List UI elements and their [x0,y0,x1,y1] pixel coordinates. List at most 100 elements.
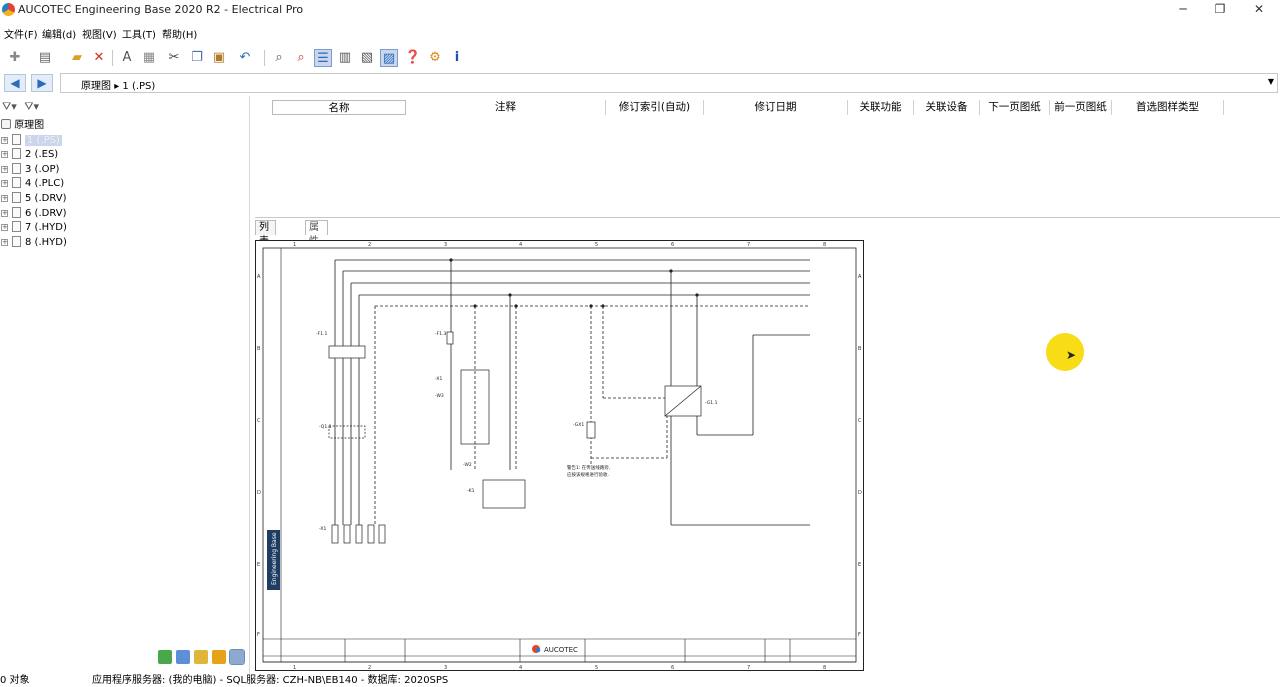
close-button[interactable]: ✕ [1244,2,1274,18]
tree-item[interactable]: +8 (.HYD) [0,235,67,251]
help-icon[interactable]: ❓ [404,49,422,67]
column-number: 1 [293,242,296,248]
tree-item[interactable]: +2 (.ES) [0,148,67,163]
document-icon [12,177,21,189]
tree-item[interactable]: +4 (.PLC) [0,177,67,192]
expand-icon[interactable]: + [1,224,8,232]
document-icon [12,133,21,145]
terminal [343,524,351,544]
copy-icon[interactable]: ❐ [188,49,206,67]
catalog-icon[interactable] [176,650,190,664]
expand-icon[interactable]: + [1,238,8,246]
tree-item-label: 1 (.PS) [25,134,62,146]
expand-icon[interactable]: + [1,136,8,144]
junction [508,293,512,297]
column-number: 3 [444,242,447,248]
status-bar: 0 对象 应用程序服务器: (我的电脑) - SQL服务器: CZH-NB\EB… [0,674,1280,687]
device-tag: -K1 [467,488,475,494]
find-replace-icon[interactable]: ⌕ [292,49,310,67]
column-name[interactable]: 名称 [272,100,406,115]
device-tag: -X1 [435,376,442,382]
breaker-f11 [328,345,366,359]
forward-button[interactable]: ▶ [31,74,53,92]
minimize-button[interactable]: ─ [1168,2,1198,18]
expand-icon[interactable]: + [1,194,8,202]
info-icon[interactable]: i [448,49,466,67]
preview-icon[interactable]: ▨ [380,49,398,67]
junction [473,304,477,308]
open-folder-icon[interactable]: ▰ [68,49,86,67]
tree-item[interactable]: +1 (.PS) [0,133,67,149]
expand-icon[interactable]: + [1,180,8,188]
menu-help[interactable]: 帮助(H) [162,26,197,41]
explorer-panel: ⛛▾ ⛛▾ 原理图 +1 (.PS) +2 (.ES) +3 (.OP) +4 … [0,96,250,674]
chevron-down-icon[interactable]: ▼ [1268,77,1274,86]
search-icon[interactable]: ⌕ [270,49,288,67]
schematic-preview[interactable]: 1 2 3 4 5 6 7 8 A B C D E F A B C D E F … [255,240,864,671]
cut-icon[interactable]: ✂ [165,49,183,67]
breadcrumb-field[interactable]: 原理图 ▸ 1 (.PS) ▼ [60,73,1278,93]
column-next-sheet[interactable]: 下一页图纸 [980,100,1050,115]
column-revision-date[interactable]: 修订日期 [704,100,848,115]
column-number: 6 [671,665,674,671]
expand-icon[interactable]: + [1,209,8,217]
tree-item[interactable]: +6 (.DRV) [0,206,67,222]
junction [695,293,699,297]
tree-root[interactable]: 原理图 [0,119,67,134]
column-related-device[interactable]: 关联设备 [914,100,980,115]
filter-options-icon[interactable]: ⛛▾ [24,100,39,113]
undo-icon[interactable]: ↶ [236,49,254,67]
column-comment[interactable]: 注释 [406,100,606,115]
column-related-function[interactable]: 关联功能 [848,100,914,115]
print-icon[interactable]: ▤ [36,49,54,67]
column-revision-index[interactable]: 修订索引(自动) [606,100,704,115]
tools-icon[interactable]: ⚙ [426,49,444,67]
filter-icon[interactable]: ⛛▾ [2,100,17,113]
tab-list-window[interactable]: 列表窗(L) [255,220,277,275]
rename-icon[interactable]: A [118,49,136,67]
column-number: 5 [595,242,598,248]
column-previous-sheet[interactable]: 前一页图纸 [1050,100,1112,115]
breadcrumb-root[interactable]: 原理图 [81,81,111,92]
new-icon[interactable]: ✚ [6,49,24,67]
row-letter: B [257,346,261,352]
expand-icon[interactable]: + [1,151,8,159]
menu-file[interactable]: 文件(F) [4,26,38,41]
junction [589,304,593,308]
row-letter: E [257,562,260,568]
menu-edit[interactable]: 编辑(d) [42,26,76,41]
list-window[interactable] [255,98,1280,218]
tree-item-label: 4 (.PLC) [25,178,65,190]
menu-view[interactable]: 视图(V) [82,26,117,41]
filter-toolbar: ⛛▾ ⛛▾ [2,100,39,114]
list-view-icon[interactable]: ☰ [314,49,332,67]
device-tag: -F1.1 [316,331,328,337]
module-k1 [482,479,526,509]
device-tag: -GX1 [573,422,584,428]
title-block-brand: AUCOTEC [544,646,578,654]
socket-gx1 [586,421,596,439]
tree-item[interactable]: +3 (.OP) [0,162,67,178]
documents-icon[interactable] [229,649,245,665]
column-preferred-type[interactable]: 首选图样类型 [1112,100,1224,115]
tab-property-list[interactable]: 属性清单(A) [305,220,328,289]
archive-icon[interactable] [212,650,226,664]
project-icon[interactable] [194,650,208,664]
properties-icon[interactable]: ▦ [140,49,158,67]
breadcrumb-current[interactable]: 1 (.PS) [122,81,155,92]
delete-icon[interactable]: ✕ [90,49,108,67]
database-icon[interactable] [158,650,172,664]
graphic-view-icon[interactable]: ▧ [358,49,376,67]
junction [601,304,605,308]
detail-view-icon[interactable]: ▥ [336,49,354,67]
back-button[interactable]: ◀ [4,74,26,92]
paste-icon[interactable]: ▣ [210,49,228,67]
tree-item[interactable]: +7 (.HYD) [0,221,67,236]
restore-button[interactable]: ❐ [1205,2,1235,18]
expand-icon[interactable]: + [1,165,8,173]
aucotec-logo-icon [2,3,15,16]
tree-item[interactable]: +5 (.DRV) [0,191,67,207]
row-letter: C [257,418,261,424]
device-tag: -W2 [463,462,472,468]
menu-tools[interactable]: 工具(T) [122,26,156,41]
